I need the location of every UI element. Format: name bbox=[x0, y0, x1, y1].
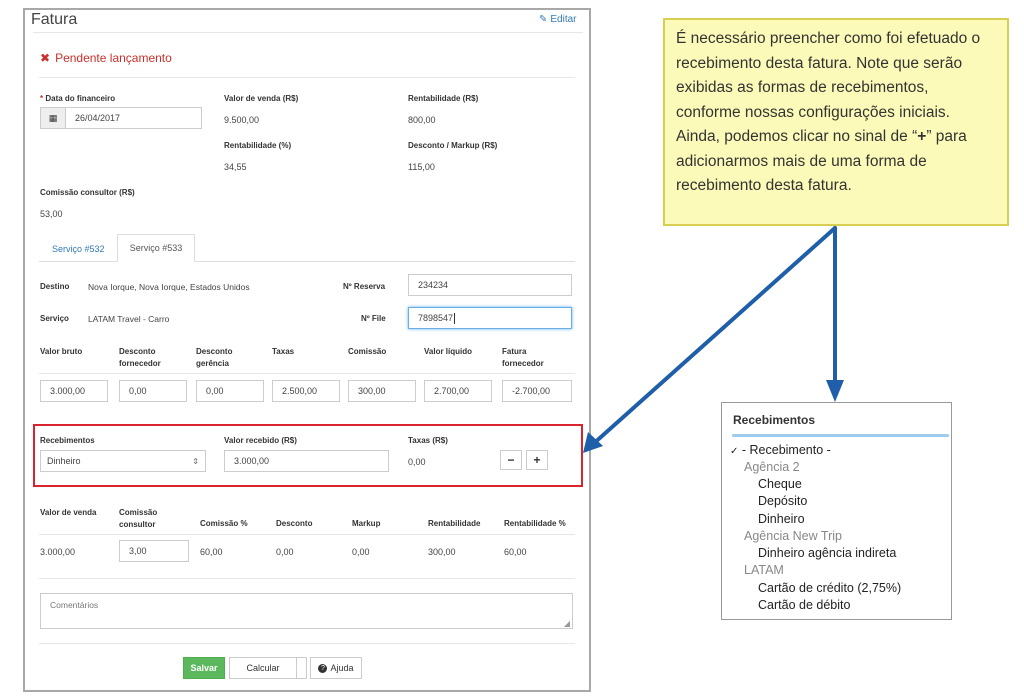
dropdown-option-dinheiro-indireta[interactable]: Dinheiro agência indireta bbox=[758, 546, 896, 560]
arrow-head-receipts bbox=[583, 432, 603, 453]
dropdown-title: Recebimentos bbox=[733, 413, 816, 427]
dropdown-group-latam: LATAM bbox=[744, 563, 784, 577]
check-icon: ✓ bbox=[730, 446, 739, 457]
dropdown-option-debito[interactable]: Cartão de débito bbox=[758, 598, 850, 612]
dropdown-selected-option[interactable]: ✓ - Recebimento - bbox=[730, 443, 831, 457]
dropdown-group-agencia-2: Agência 2 bbox=[744, 460, 800, 474]
dropdown-option-dinheiro[interactable]: Dinheiro bbox=[758, 512, 805, 526]
dropdown-option-deposito[interactable]: Depósito bbox=[758, 494, 807, 508]
dropdown-option-credito[interactable]: Cartão de crédito (2,75%) bbox=[758, 581, 901, 595]
dropdown-option-cheque[interactable]: Cheque bbox=[758, 477, 802, 491]
receipts-dropdown: Recebimentos ✓ - Recebimento - Agência 2… bbox=[721, 402, 952, 620]
arrow-head-dropdown bbox=[826, 380, 844, 402]
dropdown-group-new-trip: Agência New Trip bbox=[744, 529, 842, 543]
